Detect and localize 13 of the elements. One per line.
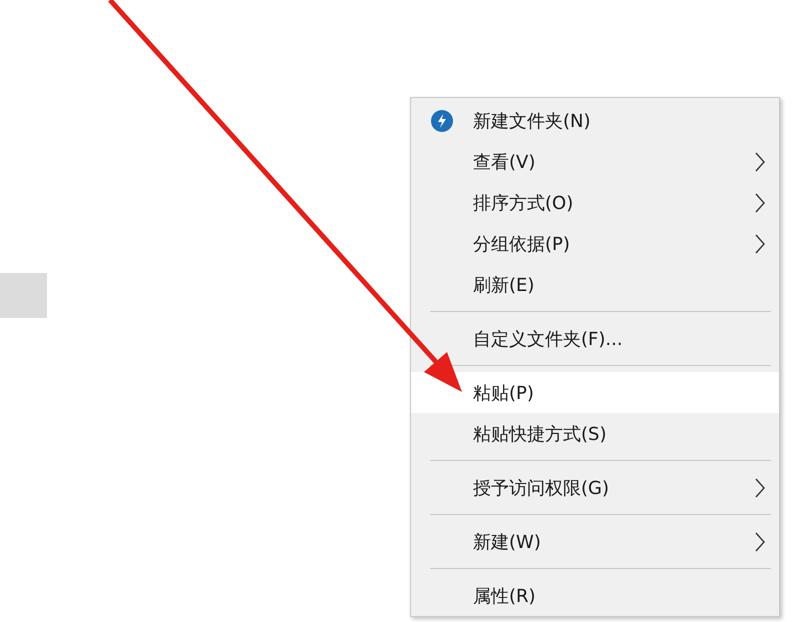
menu-item[interactable]: 分组依据(P) (411, 223, 779, 264)
menu-item[interactable]: 查看(V) (411, 141, 779, 182)
menu-item[interactable]: 自定义文件夹(F)... (411, 318, 779, 359)
menu-item[interactable]: 授予访问权限(G) (411, 467, 779, 508)
panel-edge (0, 273, 47, 318)
menu-item[interactable]: 粘贴快捷方式(S) (411, 413, 779, 454)
menu-item[interactable]: 粘贴(P) (411, 372, 779, 413)
menu-item[interactable]: 属性(R) (411, 575, 779, 616)
menu-item[interactable]: 排序方式(O) (411, 182, 779, 223)
lightning-icon (431, 110, 453, 132)
menu-item[interactable]: 新建(W) (411, 521, 779, 562)
menu-item[interactable]: 刷新(E) (411, 264, 779, 305)
menu-item[interactable]: 新建文件夹(N) (411, 100, 779, 141)
